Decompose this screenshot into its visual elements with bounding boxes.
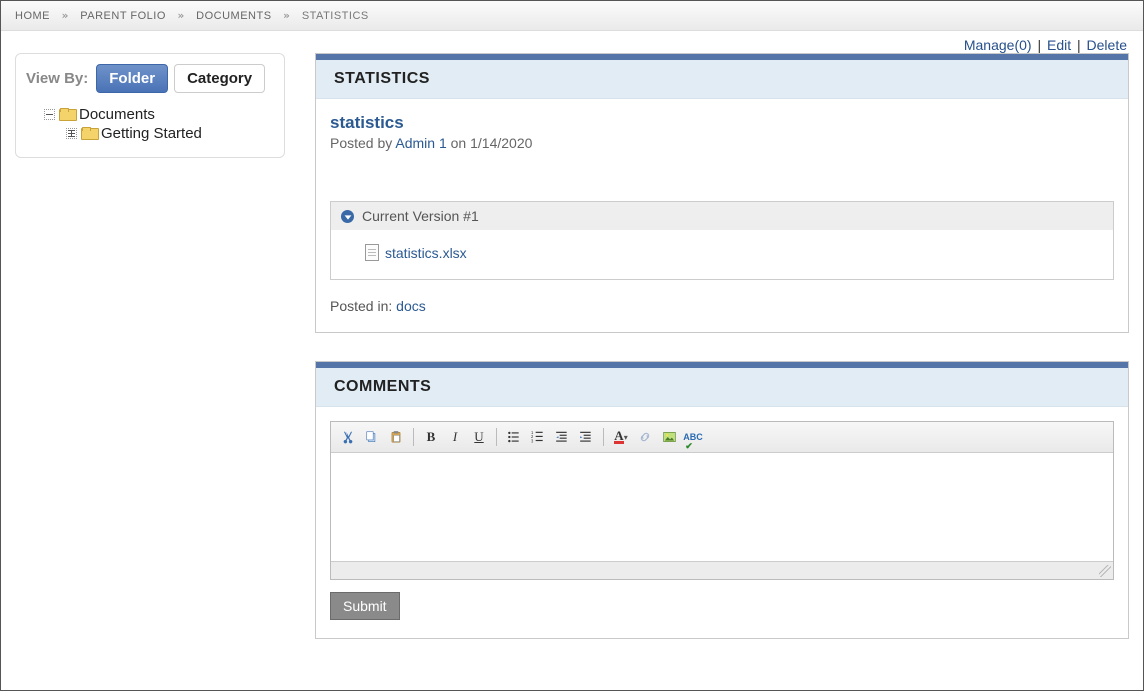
- text-color-icon[interactable]: A▾: [610, 426, 632, 448]
- image-icon[interactable]: [658, 426, 680, 448]
- number-list-icon[interactable]: 123: [527, 426, 549, 448]
- tab-folder[interactable]: Folder: [96, 64, 168, 93]
- toolbar-separator: [603, 428, 604, 446]
- panel-title: STATISTICS: [316, 60, 1128, 99]
- tree-label: Getting Started: [101, 125, 202, 142]
- italic-icon[interactable]: I: [444, 426, 466, 448]
- viewby-panel: View By: Folder Category Documents Getti…: [15, 53, 285, 158]
- bold-icon[interactable]: B: [420, 426, 442, 448]
- resize-handle[interactable]: [1099, 565, 1111, 577]
- page-actions: Manage(0) | Edit | Delete: [1, 31, 1143, 53]
- viewby-label: View By:: [26, 70, 88, 87]
- folder-icon: [81, 127, 97, 140]
- file-link[interactable]: statistics.xlsx: [365, 244, 1103, 261]
- chevron-right-icon: »: [283, 9, 290, 22]
- underline-icon[interactable]: U: [468, 426, 490, 448]
- spellcheck-icon[interactable]: ABC✔: [682, 426, 704, 448]
- breadcrumb-documents[interactable]: DOCUMENTS: [196, 10, 271, 22]
- folder-icon: [59, 108, 75, 121]
- breadcrumb-home[interactable]: HOME: [15, 10, 50, 22]
- comments-panel: COMMENTS: [315, 361, 1129, 639]
- posted-meta: Posted by Admin 1 on 1/14/2020: [330, 135, 1114, 151]
- copy-icon[interactable]: [361, 426, 383, 448]
- breadcrumb: HOME » PARENT FOLIO » DOCUMENTS » STATIS…: [1, 1, 1143, 31]
- tree-node-documents[interactable]: Documents: [26, 105, 274, 124]
- toolbar-separator: [413, 428, 414, 446]
- post-date: 1/14/2020: [470, 135, 532, 151]
- delete-link[interactable]: Delete: [1087, 37, 1127, 53]
- editor-toolbar: B I U 123: [331, 422, 1113, 453]
- svg-text:3: 3: [531, 438, 534, 443]
- chevron-right-icon: »: [177, 9, 184, 22]
- document-icon: [365, 244, 379, 261]
- disclosure-icon: [341, 210, 354, 223]
- folder-tree: Documents Getting Started: [26, 105, 274, 143]
- indent-icon[interactable]: [575, 426, 597, 448]
- toolbar-separator: [496, 428, 497, 446]
- bullet-list-icon[interactable]: [503, 426, 525, 448]
- document-title-link[interactable]: statistics: [330, 113, 404, 132]
- breadcrumb-parent-folio[interactable]: PARENT FOLIO: [80, 10, 166, 22]
- document-panel: STATISTICS statistics Posted by Admin 1 …: [315, 53, 1129, 333]
- expand-icon[interactable]: [66, 128, 77, 139]
- editor-footer: [331, 561, 1113, 579]
- comment-input[interactable]: [331, 453, 1113, 561]
- version-box: Current Version #1 statistics.xlsx: [330, 201, 1114, 280]
- outdent-icon[interactable]: [551, 426, 573, 448]
- version-label: Current Version #1: [362, 208, 479, 224]
- submit-button[interactable]: Submit: [330, 592, 400, 620]
- breadcrumb-current: STATISTICS: [302, 10, 369, 22]
- cut-icon[interactable]: [337, 426, 359, 448]
- rich-text-editor: B I U 123: [330, 421, 1114, 580]
- tree-label: Documents: [79, 106, 155, 123]
- author-link[interactable]: Admin 1: [395, 135, 446, 151]
- chevron-right-icon: »: [62, 9, 69, 22]
- manage-link[interactable]: Manage(0): [964, 37, 1032, 53]
- file-name: statistics.xlsx: [385, 245, 467, 261]
- posted-in-link[interactable]: docs: [396, 298, 426, 314]
- tree-node-getting-started[interactable]: Getting Started: [26, 124, 274, 143]
- collapse-icon[interactable]: [44, 109, 55, 120]
- tab-category[interactable]: Category: [174, 64, 265, 93]
- panel-title: COMMENTS: [316, 368, 1128, 407]
- paste-icon[interactable]: [385, 426, 407, 448]
- edit-link[interactable]: Edit: [1047, 37, 1071, 53]
- posted-in: Posted in: docs: [330, 298, 1114, 314]
- link-icon[interactable]: [634, 426, 656, 448]
- version-header[interactable]: Current Version #1: [331, 202, 1113, 230]
